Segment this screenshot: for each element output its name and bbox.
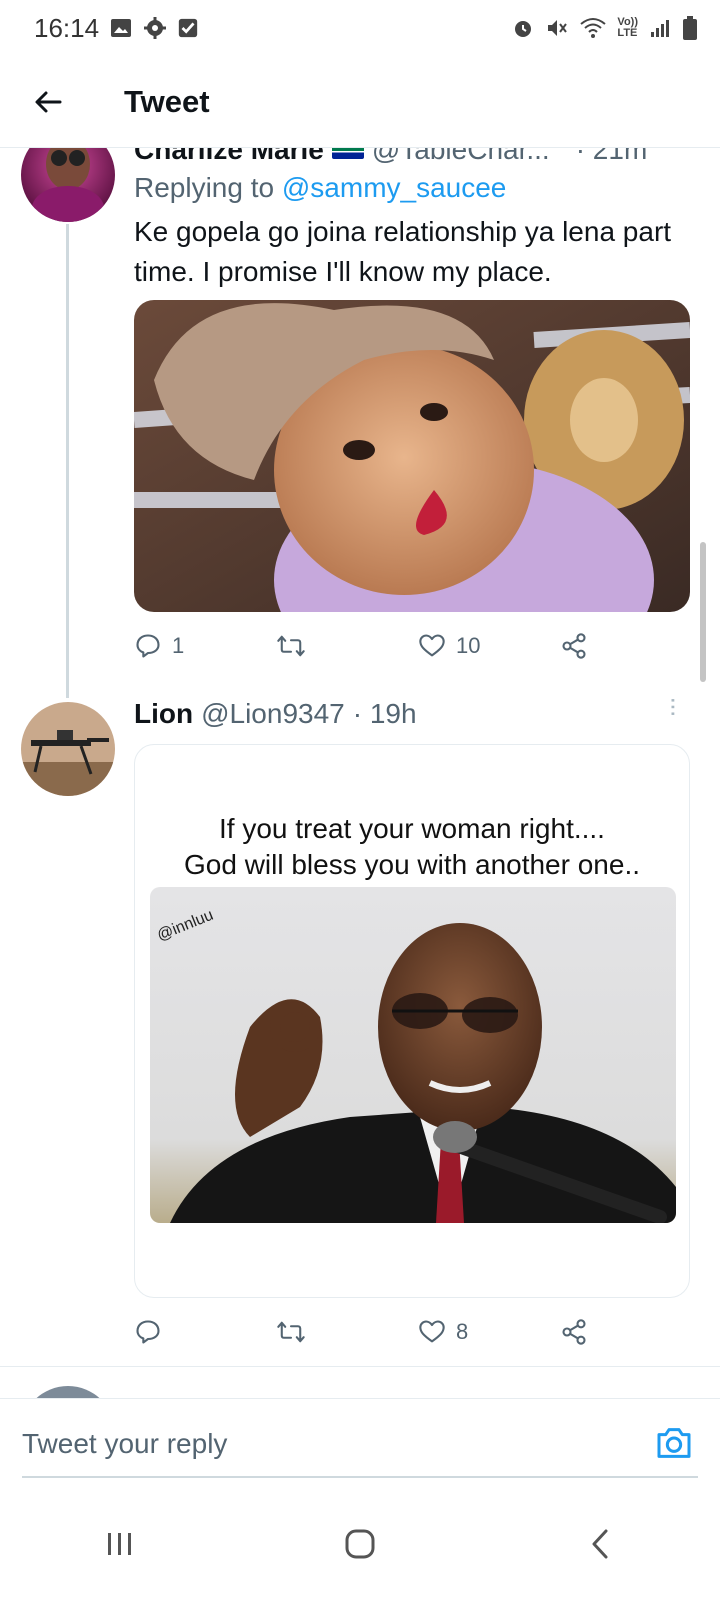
tweet-photo[interactable]: If you treat your woman right.... God wi… (134, 744, 690, 1298)
alarm-icon (515, 21, 532, 37)
like-button[interactable]: 8 (418, 1318, 560, 1346)
mute-icon (548, 20, 568, 36)
gallery-icon (111, 19, 132, 37)
status-right: Vo)) LTE (511, 15, 698, 41)
thread-connector-line (66, 224, 69, 698)
heart-icon (419, 1320, 445, 1343)
arrow-left-icon (35, 91, 62, 112)
tweet-divider (0, 1366, 720, 1367)
handle[interactable]: @TableChar... (372, 148, 550, 166)
status-left: 16:14 (34, 13, 199, 44)
like-count: 10 (456, 633, 481, 658)
retweet-button[interactable] (276, 632, 418, 660)
retweet-button[interactable] (276, 1318, 418, 1346)
timeline[interactable]: Charlize Marie @TableChar... · 21m Reply… (0, 148, 720, 1398)
tweet-header: Charlize Marie @TableChar... · 21m (134, 148, 647, 166)
status-bar: 16:14 Vo)) LTE (0, 0, 720, 56)
volte-icon: Vo)) LTE (617, 17, 638, 39)
recent-apps-button[interactable] (80, 1514, 160, 1574)
share-button[interactable] (560, 1318, 588, 1346)
tweet-actions: 1 10 (134, 632, 604, 660)
avatar[interactable] (21, 702, 115, 796)
camera-icon (657, 1428, 691, 1458)
camera-button[interactable] (654, 1423, 694, 1463)
like-button[interactable]: 10 (418, 632, 560, 660)
composer-underline (22, 1476, 698, 1478)
gear-icon (144, 17, 167, 39)
tweet-photo[interactable] (134, 300, 690, 612)
retweet-icon (277, 1321, 305, 1343)
recent-apps-icon (108, 1533, 131, 1555)
avatar-image (21, 148, 115, 222)
replying-to: Replying to @sammy_saucee (134, 172, 506, 204)
home-button[interactable] (320, 1514, 400, 1574)
share-icon (562, 633, 586, 659)
volte-bottom-label: LTE (617, 27, 638, 39)
meme-photo: @innluu (150, 887, 676, 1223)
meme-caption-line: God will bless you with another one.. (183, 849, 641, 880)
back-icon (592, 1529, 608, 1559)
mention-link[interactable]: @sammy_saucee (282, 172, 507, 203)
tweet-header: Lion @Lion9347 · 19h (134, 698, 417, 730)
more-options-icon[interactable]: ··· (659, 696, 690, 716)
reply-button[interactable]: 1 (134, 632, 276, 660)
tweet-time: · 19h (352, 698, 417, 729)
retweet-icon (277, 635, 305, 657)
display-name[interactable]: Lion (134, 698, 193, 730)
tweet-text: Ke gopela go joina relationship ya lena … (134, 216, 672, 287)
signal-icon (651, 20, 669, 37)
avatar[interactable] (21, 1386, 115, 1398)
reply-input[interactable]: Tweet your reply (22, 1428, 227, 1460)
tweet-time: · 21m (575, 148, 648, 165)
status-time: 16:14 (34, 12, 100, 43)
reply-count: 1 (172, 633, 185, 658)
share-button[interactable] (560, 632, 588, 660)
home-icon (345, 1529, 375, 1559)
app-header: Tweet (0, 56, 720, 148)
reply-button[interactable] (134, 1318, 276, 1346)
wifi-icon (580, 18, 607, 38)
page-title: Tweet (124, 83, 210, 119)
avatar-image (21, 702, 115, 796)
reply-icon (136, 634, 160, 658)
meme-caption-line: If you treat your woman right.... (219, 813, 605, 844)
battery-icon (683, 16, 697, 40)
share-icon (562, 1319, 586, 1345)
back-button[interactable] (18, 72, 78, 132)
handle[interactable]: @Lion9347 (201, 698, 345, 730)
flag-icon (331, 148, 364, 159)
avatar[interactable] (21, 148, 115, 222)
system-nav-bar (0, 1488, 720, 1600)
system-back-button[interactable] (560, 1514, 640, 1574)
meme-caption: If you treat your woman right.... God wi… (135, 811, 689, 883)
display-name[interactable]: Charlize Marie (134, 148, 324, 166)
like-count: 8 (456, 1319, 469, 1344)
tweet-actions: 8 (134, 1318, 604, 1346)
scrollbar[interactable] (700, 542, 706, 682)
heart-icon (419, 634, 445, 657)
reply-icon (136, 1320, 160, 1344)
reply-composer: Tweet your reply (0, 1398, 720, 1488)
replying-to-label: Replying to (134, 172, 275, 203)
child-photo-image (134, 300, 690, 612)
man-photo-image (150, 887, 676, 1223)
checkbox-icon (178, 18, 198, 38)
